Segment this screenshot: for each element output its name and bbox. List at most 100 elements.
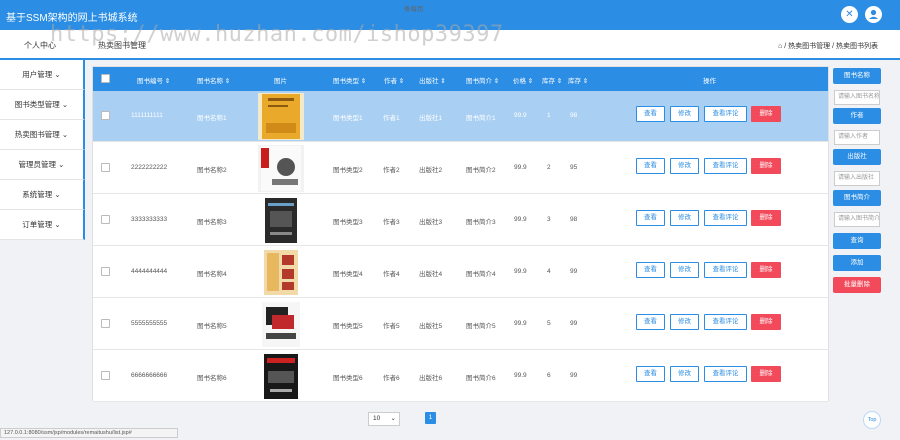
book-cover-image (258, 249, 304, 296)
view-button[interactable]: 查看 (636, 366, 665, 382)
edit-button[interactable]: 修改 (670, 262, 699, 278)
sidebar-item-hot-books-management[interactable]: 热卖图书管理 ⌄ (0, 120, 85, 150)
col-stock[interactable]: 库存 ⇕ (568, 75, 588, 85)
edit-button[interactable]: 修改 (670, 158, 699, 174)
sidebar-item-order-management[interactable]: 订单管理 ⌄ (0, 210, 85, 240)
view-reviews-button[interactable]: 查看评论 (704, 106, 747, 122)
cell-price: 99.9 (514, 372, 527, 379)
cell-price: 99.9 (514, 268, 527, 275)
author-label-button[interactable]: 作者 (833, 108, 881, 124)
table-row[interactable]: 2222222222 图书名称2 图书类型2 作者2 出版社2 图书简介2 99… (93, 143, 828, 194)
chevron-down-icon: ⌄ (61, 100, 69, 109)
cell-sold: 3 (547, 216, 551, 223)
cell-price: 99.9 (514, 216, 527, 223)
col-publisher[interactable]: 出版社 ⇕ (419, 75, 446, 85)
user-silhouette-icon (869, 9, 878, 19)
col-book-type[interactable]: 图书类型 ⇕ (333, 75, 366, 85)
delete-button[interactable]: 删除 (751, 314, 781, 330)
publisher-label-button[interactable]: 出版社 (833, 149, 881, 165)
table-row[interactable]: 1111111111 图书名称1 图书类型1 作者1 出版社1 图书简介1 99… (93, 91, 828, 142)
book-name-input[interactable]: 请输入图书名称 (834, 90, 880, 105)
table-row[interactable]: 4444444444 图书名称4 图书类型4 作者4 出版社4 图书简介4 99… (93, 247, 828, 298)
sidebar-item-book-type-management[interactable]: 图书类型管理 ⌄ (0, 90, 85, 120)
delete-button[interactable]: 删除 (751, 106, 781, 122)
author-input[interactable]: 请输入作者 (834, 130, 880, 145)
query-button[interactable]: 查询 (833, 233, 881, 249)
row-checkbox[interactable] (101, 371, 110, 380)
edit-button[interactable]: 修改 (670, 314, 699, 330)
row-checkbox[interactable] (101, 319, 110, 328)
chevron-down-icon: ⌄ (54, 190, 61, 199)
back-to-top-button[interactable]: Top (863, 411, 881, 429)
cell-author: 作者5 (383, 323, 400, 330)
publisher-input[interactable]: 请输入出版社 (834, 171, 880, 186)
view-reviews-button[interactable]: 查看评论 (704, 366, 747, 382)
cell-sold: 1 (547, 112, 551, 119)
delete-button[interactable]: 删除 (751, 158, 781, 174)
delete-button[interactable]: 删除 (751, 210, 781, 226)
col-intro[interactable]: 图书简介 ⇕ (466, 75, 499, 85)
view-button[interactable]: 查看 (636, 210, 665, 226)
cell-intro: 图书简介2 (466, 167, 496, 174)
add-button[interactable]: 添加 (833, 255, 881, 271)
home-icon[interactable]: ⌂ (778, 43, 782, 50)
delete-button[interactable]: 删除 (751, 262, 781, 278)
table-row[interactable]: 3333333333 图书名称3 图书类型3 作者3 出版社3 图书简介3 99… (93, 195, 828, 246)
edit-button[interactable]: 修改 (670, 210, 699, 226)
row-checkbox[interactable] (101, 267, 110, 276)
table-row[interactable]: 6666666666 图书名称6 图书类型6 作者6 出版社6 图书简介6 99… (93, 351, 828, 402)
view-button[interactable]: 查看 (636, 106, 665, 122)
page-number-current[interactable]: 1 (425, 412, 436, 424)
sidebar-item-admin-management[interactable]: 管理员管理 ⌄ (0, 150, 85, 180)
intro-label-button[interactable]: 图书简介 (833, 190, 881, 206)
edit-button[interactable]: 修改 (670, 366, 699, 382)
col-image: 图片 (274, 78, 287, 85)
book-name-label-button[interactable]: 图书名称 (833, 68, 881, 84)
view-button[interactable]: 查看 (636, 314, 665, 330)
expand-arrows-icon[interactable]: ✕ (841, 6, 858, 23)
cell-stock: 99 (570, 268, 578, 275)
col-book-id[interactable]: 图书编号 ⇕ (137, 75, 170, 85)
view-button[interactable]: 查看 (636, 158, 665, 174)
select-all-checkbox[interactable] (101, 74, 110, 83)
book-cover-image (258, 93, 304, 140)
col-price[interactable]: 价格 ⇕ (513, 75, 533, 85)
cell-stock: 98 (570, 216, 578, 223)
view-reviews-button[interactable]: 查看评论 (704, 262, 747, 278)
edit-button[interactable]: 修改 (670, 106, 699, 122)
cell-price: 99.9 (514, 164, 527, 171)
view-button[interactable]: 查看 (636, 262, 665, 278)
view-reviews-button[interactable]: 查看评论 (704, 314, 747, 330)
row-checkbox[interactable] (101, 111, 110, 120)
cell-id: 4444444444 (131, 268, 168, 275)
cell-name: 图书名称2 (197, 167, 227, 174)
user-icon[interactable] (865, 6, 882, 23)
intro-input[interactable]: 请输入图书简介 (834, 212, 880, 227)
cell-stock: 99 (570, 372, 578, 379)
batch-delete-button[interactable]: 批量删除 (833, 277, 881, 293)
col-sold[interactable]: 库存 ⇕ (542, 75, 562, 85)
cell-type: 图书类型6 (333, 375, 363, 382)
cell-publisher: 出版社4 (419, 271, 443, 278)
page-size-select[interactable]: 10 ⌄ (368, 412, 400, 426)
cell-intro: 图书简介4 (466, 271, 496, 278)
sidebar-item-system-management[interactable]: 系统管理 ⌄ (0, 180, 85, 210)
delete-button[interactable]: 删除 (751, 366, 781, 382)
sidebar-item-user-management[interactable]: 用户管理 ⌄ (0, 60, 85, 90)
view-reviews-button[interactable]: 查看评论 (704, 210, 747, 226)
page-size-label: 条每页 (404, 6, 424, 13)
table-row[interactable]: 5555555555 图书名称5 图书类型5 作者5 出版社5 图书简介5 99… (93, 299, 828, 350)
cell-name: 图书名称5 (197, 323, 227, 330)
view-reviews-button[interactable]: 查看评论 (704, 158, 747, 174)
cell-stock: 95 (570, 164, 578, 171)
cell-price: 99.9 (514, 112, 527, 119)
col-book-name[interactable]: 图书名称 ⇕ (197, 75, 230, 85)
cell-author: 作者6 (383, 375, 400, 382)
cell-type: 图书类型2 (333, 167, 363, 174)
col-author[interactable]: 作者 ⇕ (384, 75, 404, 85)
row-checkbox[interactable] (101, 163, 110, 172)
cell-author: 作者2 (383, 167, 400, 174)
cell-sold: 5 (547, 320, 551, 327)
cell-publisher: 出版社2 (419, 167, 443, 174)
row-checkbox[interactable] (101, 215, 110, 224)
